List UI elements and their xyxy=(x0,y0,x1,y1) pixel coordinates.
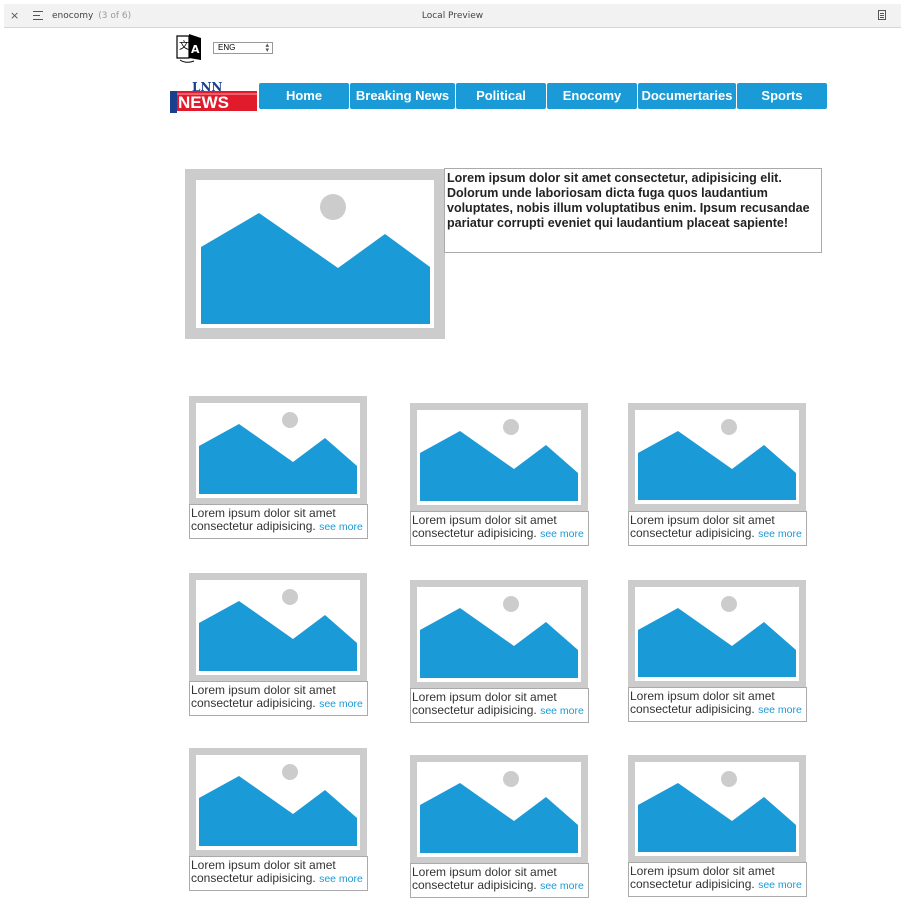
card-text: Lorem ipsum dolor sit amet consectetur a… xyxy=(630,864,775,891)
image-placeholder-icon xyxy=(638,596,796,677)
svg-text:文: 文 xyxy=(179,39,189,52)
language-select-value: ENG xyxy=(218,43,236,52)
card-caption: Lorem ipsum dolor sit amet consectetur a… xyxy=(410,688,589,723)
card-image[interactable] xyxy=(189,396,367,505)
window-title: Local Preview xyxy=(421,11,484,21)
card-image[interactable] xyxy=(410,580,588,689)
card-text: Lorem ipsum dolor sit amet consectetur a… xyxy=(191,506,336,533)
card-text: Lorem ipsum dolor sit amet consectetur a… xyxy=(412,865,557,892)
card-caption: Lorem ipsum dolor sit amet consectetur a… xyxy=(628,687,807,722)
see-more-link[interactable]: see more xyxy=(319,698,363,710)
card-caption: Lorem ipsum dolor sit amet consectetur a… xyxy=(189,856,368,891)
see-more-link[interactable]: see more xyxy=(540,528,584,540)
logo-bottom-text: NEWS xyxy=(178,93,229,112)
card-text: Lorem ipsum dolor sit amet consectetur a… xyxy=(191,858,336,885)
card-text: Lorem ipsum dolor sit amet consectetur a… xyxy=(412,690,557,717)
card-image[interactable] xyxy=(628,755,806,863)
card-text: Lorem ipsum dolor sit amet consectetur a… xyxy=(630,513,775,540)
card-image[interactable] xyxy=(628,403,806,511)
see-more-link[interactable]: see more xyxy=(758,528,802,540)
nav-item-documertaries[interactable]: Documertaries xyxy=(638,83,736,109)
card-image[interactable] xyxy=(189,573,367,682)
see-more-link[interactable]: see more xyxy=(540,880,584,892)
translate-icon: 文 A xyxy=(174,32,204,64)
see-more-link[interactable]: see more xyxy=(319,521,363,533)
card-text: Lorem ipsum dolor sit amet consectetur a… xyxy=(630,689,775,716)
nav-item-breaking-news[interactable]: Breaking News xyxy=(350,83,455,109)
card-text: Lorem ipsum dolor sit amet consectetur a… xyxy=(412,513,557,540)
card-image[interactable] xyxy=(189,748,367,857)
select-arrows-icon: ▴ ▾ xyxy=(265,42,269,54)
image-placeholder-icon xyxy=(199,412,357,494)
image-placeholder-icon xyxy=(420,419,578,501)
card-caption: Lorem ipsum dolor sit amet consectetur a… xyxy=(628,862,807,897)
see-more-link[interactable]: see more xyxy=(540,705,584,717)
nav-item-enocomy[interactable]: Enocomy xyxy=(547,83,637,109)
nav-item-home[interactable]: Home xyxy=(259,83,349,109)
image-placeholder-icon xyxy=(420,596,578,678)
image-placeholder-icon xyxy=(420,771,578,853)
image-placeholder-icon xyxy=(199,589,357,671)
image-placeholder-icon xyxy=(201,194,430,324)
image-placeholder-icon xyxy=(638,419,796,500)
preview-toolbar: × enocomy (3 of 6) Local Preview xyxy=(4,4,901,28)
lnn-news-logo: LNN NEWS xyxy=(168,80,258,114)
card-caption: Lorem ipsum dolor sit amet consectetur a… xyxy=(189,681,368,716)
card-caption: Lorem ipsum dolor sit amet consectetur a… xyxy=(628,511,807,546)
card-caption: Lorem ipsum dolor sit amet consectetur a… xyxy=(189,504,368,539)
see-more-link[interactable]: see more xyxy=(758,879,802,891)
card-image[interactable] xyxy=(628,580,806,688)
language-select[interactable]: ENG ▴ ▾ xyxy=(213,42,273,54)
image-placeholder-icon xyxy=(199,764,357,846)
card-caption: Lorem ipsum dolor sit amet consectetur a… xyxy=(410,863,589,898)
image-placeholder-icon xyxy=(638,771,796,852)
hero-image-placeholder[interactable] xyxy=(185,169,445,339)
svg-text:A: A xyxy=(191,43,200,56)
reader-icon[interactable] xyxy=(878,10,886,20)
nav-item-sports[interactable]: Sports xyxy=(737,83,827,109)
card-caption: Lorem ipsum dolor sit amet consectetur a… xyxy=(410,511,589,546)
card-image[interactable] xyxy=(410,403,588,512)
see-more-link[interactable]: see more xyxy=(758,704,802,716)
hero-summary: Lorem ipsum dolor sit amet consectetur, … xyxy=(444,168,822,253)
see-more-link[interactable]: see more xyxy=(319,873,363,885)
nav-item-political[interactable]: Political xyxy=(456,83,546,109)
card-text: Lorem ipsum dolor sit amet consectetur a… xyxy=(191,683,336,710)
card-image[interactable] xyxy=(410,755,588,864)
